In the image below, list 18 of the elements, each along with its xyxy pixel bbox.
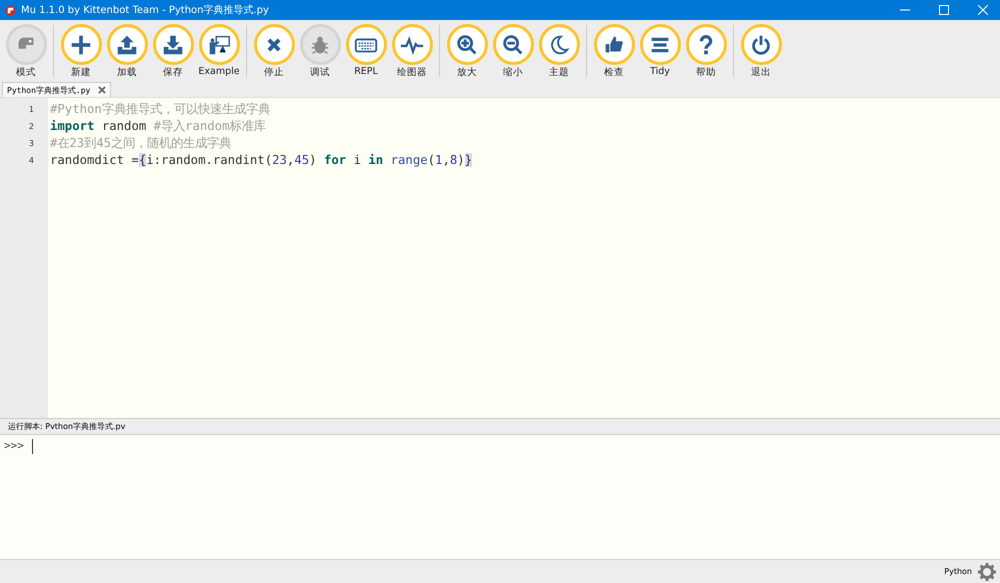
mode-label: Python xyxy=(944,567,972,576)
code-line: #Python字典推导式，可以快速生成字典 xyxy=(50,101,271,118)
close-icon[interactable] xyxy=(98,86,106,94)
repl-console[interactable]: >>> xyxy=(0,434,1000,559)
maximize-icon[interactable] xyxy=(939,5,949,15)
line-number: 4 xyxy=(28,155,35,167)
code-line: import random #导入random标准库 xyxy=(50,118,266,135)
code-line: #在23到45之间，随机的生成字典 xyxy=(50,135,232,152)
file-tab[interactable]: Python字典推导式.py xyxy=(2,82,112,97)
line-number: 2 xyxy=(28,121,35,133)
code-line: randomdict ={i:random.randint(23,45) for i in range(1,8)} xyxy=(50,152,472,169)
settings-icon[interactable] xyxy=(978,562,996,580)
repl-title: 运行脚本: Pvthon字典推导式.pv xyxy=(8,421,126,432)
window-title: Mu 1.1.0 by Kittenbot Team - Python字典推导式.py xyxy=(21,4,270,17)
line-number: 1 xyxy=(28,104,35,116)
app-logo-icon xyxy=(5,4,16,16)
code-editor[interactable]: #Python字典推导式，可以快速生成字典 import random #导入random标准库 #在23到45之间，随机的生成字典 randomdict ={i:random.randint(23,45) for i in range(1,8)} xyxy=(48,98,472,418)
line-number: 3 xyxy=(28,138,35,150)
